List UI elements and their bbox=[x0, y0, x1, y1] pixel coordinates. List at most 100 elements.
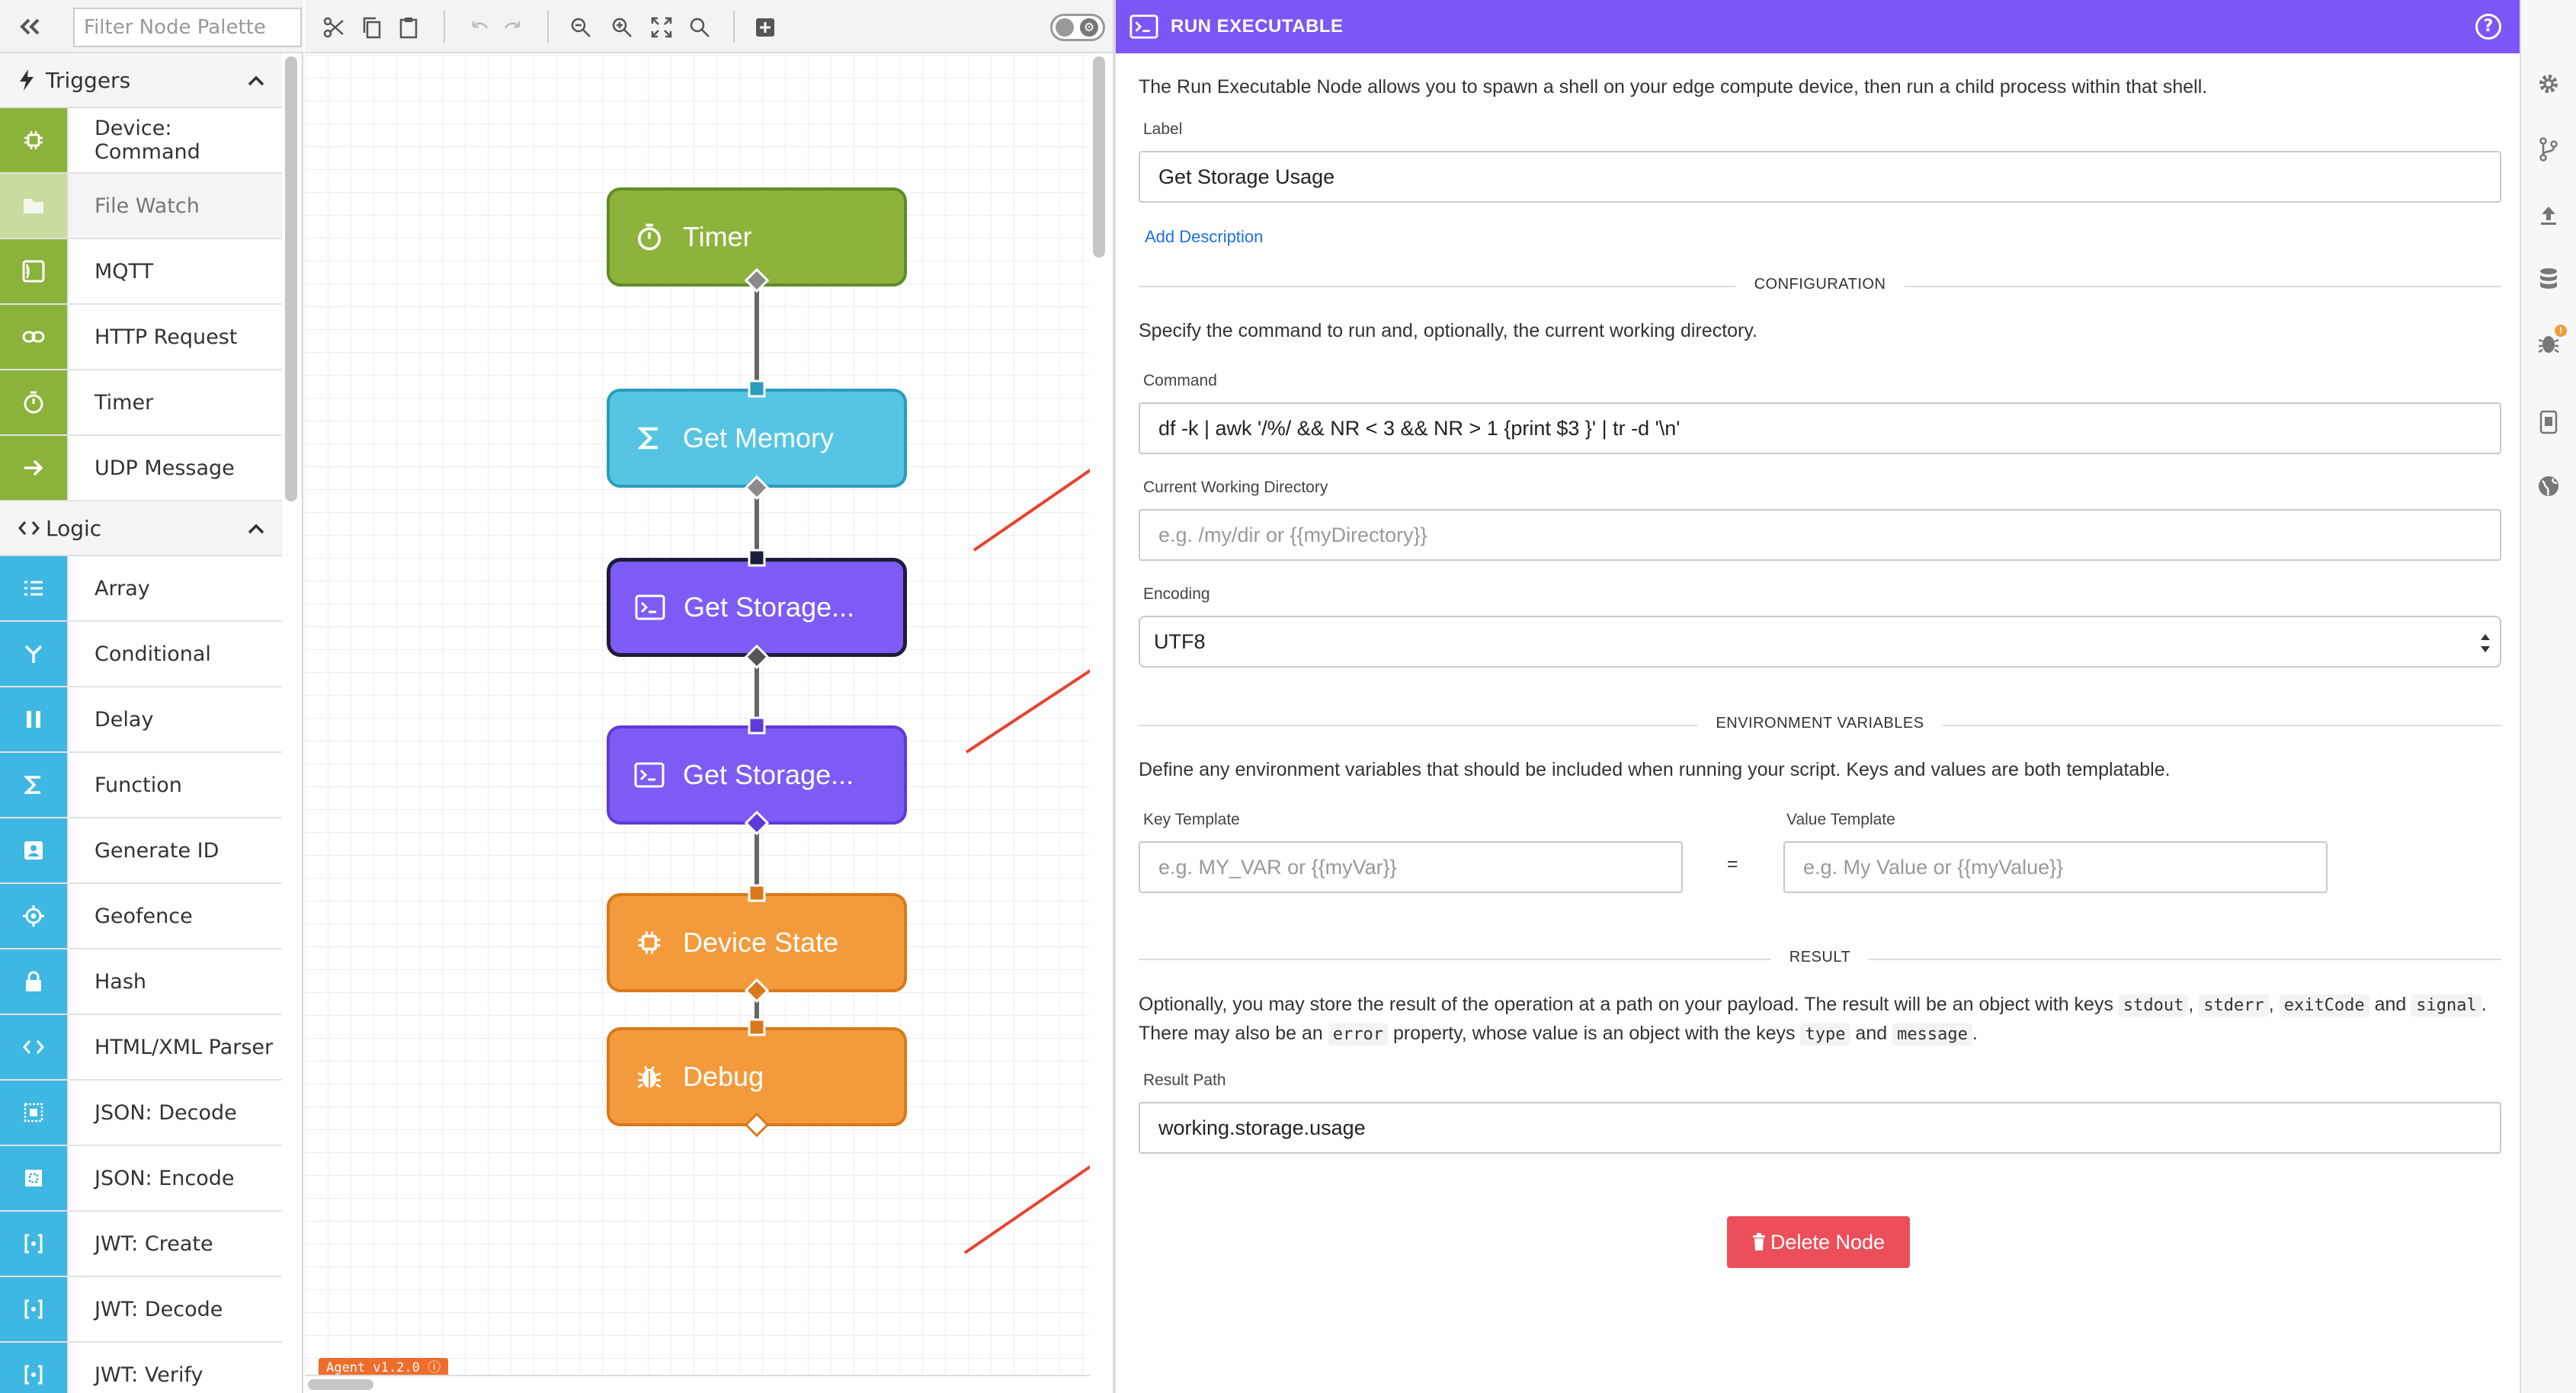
expand-icon bbox=[651, 17, 672, 38]
input-port[interactable] bbox=[748, 379, 766, 398]
cwd-input[interactable] bbox=[1139, 509, 2501, 561]
workflow-canvas[interactable]: Timer Get Memory Get Storage... Get Stor… bbox=[305, 55, 1090, 1376]
zoom-out-button[interactable] bbox=[567, 14, 594, 41]
canvas-toolbar: ⚙ bbox=[305, 0, 1113, 53]
environment-intro: Define any environment variables that sh… bbox=[1139, 759, 2171, 780]
zoom-in-button[interactable] bbox=[608, 14, 636, 41]
zoom-reset-button[interactable] bbox=[686, 14, 713, 41]
trash-icon bbox=[1752, 1233, 1765, 1250]
globe-button[interactable] bbox=[2535, 472, 2562, 500]
notification-badge: ! bbox=[2555, 325, 2567, 337]
palette-item-hash[interactable]: Hash bbox=[0, 949, 282, 1015]
input-port[interactable] bbox=[748, 884, 766, 902]
delete-node-button[interactable]: Delete Node bbox=[1727, 1216, 1910, 1268]
json-decode-icon bbox=[0, 1081, 67, 1145]
help-icon[interactable]: ? bbox=[2475, 14, 2501, 40]
code-stderr: stderr bbox=[2199, 994, 2269, 1017]
link-icon bbox=[0, 305, 67, 369]
cut-button[interactable] bbox=[320, 14, 348, 41]
output-port[interactable] bbox=[744, 475, 770, 501]
palette-item-http-request[interactable]: HTTP Request bbox=[0, 305, 282, 370]
encoding-select[interactable]: UTF8 bbox=[1139, 616, 2501, 668]
toolbar-divider bbox=[733, 11, 735, 43]
input-port[interactable] bbox=[748, 716, 766, 735]
input-port[interactable] bbox=[748, 1018, 766, 1036]
device-view-button[interactable] bbox=[2535, 408, 2562, 436]
section-header-logic[interactable]: Logic bbox=[0, 501, 282, 556]
add-description-link[interactable]: Add Description bbox=[1145, 227, 1263, 247]
storage-button[interactable] bbox=[2535, 265, 2562, 293]
palette-scrollbar[interactable] bbox=[285, 56, 297, 501]
chevron-up-icon[interactable] bbox=[242, 515, 270, 543]
select-arrows-icon bbox=[2481, 634, 2490, 652]
palette-item-jwt-create[interactable]: JWT: Create bbox=[0, 1212, 282, 1277]
palette-item-json-decode[interactable]: JSON: Decode bbox=[0, 1081, 282, 1146]
panel-header: RUN EXECUTABLE ? bbox=[1116, 0, 2523, 53]
value-template-label: Value Template bbox=[1786, 811, 1895, 828]
versions-button[interactable] bbox=[2535, 136, 2562, 163]
undo-button[interactable] bbox=[465, 14, 492, 41]
collapse-palette-button[interactable] bbox=[17, 14, 44, 40]
fit-view-button[interactable] bbox=[648, 14, 675, 41]
agent-version-badge[interactable]: Agent v1.2.0 ⓘ bbox=[319, 1358, 449, 1375]
palette-item-html-xml-parser[interactable]: HTML/XML Parser bbox=[0, 1015, 282, 1081]
output-port[interactable] bbox=[744, 267, 770, 293]
undo-icon bbox=[472, 21, 489, 29]
upload-icon bbox=[2541, 207, 2556, 225]
palette-item-geofence[interactable]: Geofence bbox=[0, 884, 282, 949]
output-port[interactable] bbox=[744, 1112, 770, 1138]
chevron-up-icon[interactable] bbox=[242, 67, 270, 94]
scissors-icon bbox=[323, 17, 344, 38]
debug-log-button[interactable]: ! bbox=[2535, 325, 2567, 357]
section-header-triggers[interactable]: Triggers bbox=[0, 53, 282, 108]
palette-item-generate-id[interactable]: Generate ID bbox=[0, 818, 282, 884]
terminal-icon bbox=[1129, 14, 1158, 39]
palette-filter-input[interactable] bbox=[73, 8, 302, 47]
output-port[interactable] bbox=[744, 810, 770, 836]
code-icon bbox=[0, 1015, 67, 1079]
palette-item-jwt-decode[interactable]: JWT: Decode bbox=[0, 1277, 282, 1343]
result-path-input[interactable] bbox=[1139, 1102, 2501, 1154]
deploy-button[interactable] bbox=[2535, 201, 2562, 229]
palette-item-array[interactable]: Array bbox=[0, 556, 282, 622]
palette-item-timer[interactable]: Timer bbox=[0, 370, 282, 436]
label-input[interactable] bbox=[1139, 151, 2501, 203]
palette-item-delay[interactable]: Delay bbox=[0, 687, 282, 753]
gear-icon bbox=[2539, 75, 2558, 93]
right-icon-rail: ! bbox=[2520, 0, 2576, 1393]
add-node-button[interactable] bbox=[751, 14, 779, 41]
value-template-input[interactable] bbox=[1783, 841, 2328, 893]
output-port[interactable] bbox=[744, 644, 770, 670]
key-template-input[interactable] bbox=[1139, 841, 1683, 893]
redo-button[interactable] bbox=[500, 14, 527, 41]
toggle-knob bbox=[1056, 18, 1074, 37]
key-template-label: Key Template bbox=[1143, 811, 1240, 828]
database-icon bbox=[2540, 268, 2557, 289]
palette-list: Triggers Device: Command File Watch MQTT… bbox=[0, 53, 282, 1393]
zoom-out-icon bbox=[571, 18, 591, 37]
canvas-vertical-scrollbar[interactable] bbox=[1093, 56, 1105, 258]
settings-button[interactable] bbox=[2535, 70, 2562, 98]
palette-item-device-command[interactable]: Device: Command bbox=[0, 108, 282, 174]
output-port[interactable] bbox=[744, 978, 770, 1004]
cwd-field-label: Current Working Directory bbox=[1143, 479, 1328, 496]
id-card-icon bbox=[0, 818, 67, 882]
input-port[interactable] bbox=[748, 549, 766, 567]
palette-item-conditional[interactable]: Conditional bbox=[0, 622, 282, 687]
grid-snap-toggle[interactable]: ⚙ bbox=[1050, 14, 1105, 41]
palette-item-function[interactable]: Function bbox=[0, 753, 282, 818]
palette-item-jwt-verify[interactable]: JWT: Verify bbox=[0, 1343, 282, 1393]
canvas-horizontal-scrollbar[interactable] bbox=[308, 1379, 373, 1390]
code-message: message bbox=[1892, 1023, 1972, 1046]
section-heading-configuration: CONFIGURATION bbox=[1735, 276, 1905, 293]
redo-icon bbox=[504, 21, 521, 29]
palette-item-udp-message[interactable]: UDP Message bbox=[0, 436, 282, 501]
pause-icon bbox=[0, 687, 67, 751]
palette-item-json-encode[interactable]: JSON: Encode bbox=[0, 1146, 282, 1212]
palette-item-mqtt[interactable]: MQTT bbox=[0, 239, 282, 305]
folder-icon bbox=[0, 174, 67, 238]
copy-button[interactable] bbox=[358, 14, 386, 41]
palette-item-file-watch[interactable]: File Watch bbox=[0, 174, 282, 239]
paste-button[interactable] bbox=[395, 14, 422, 41]
command-input[interactable] bbox=[1139, 402, 2501, 454]
